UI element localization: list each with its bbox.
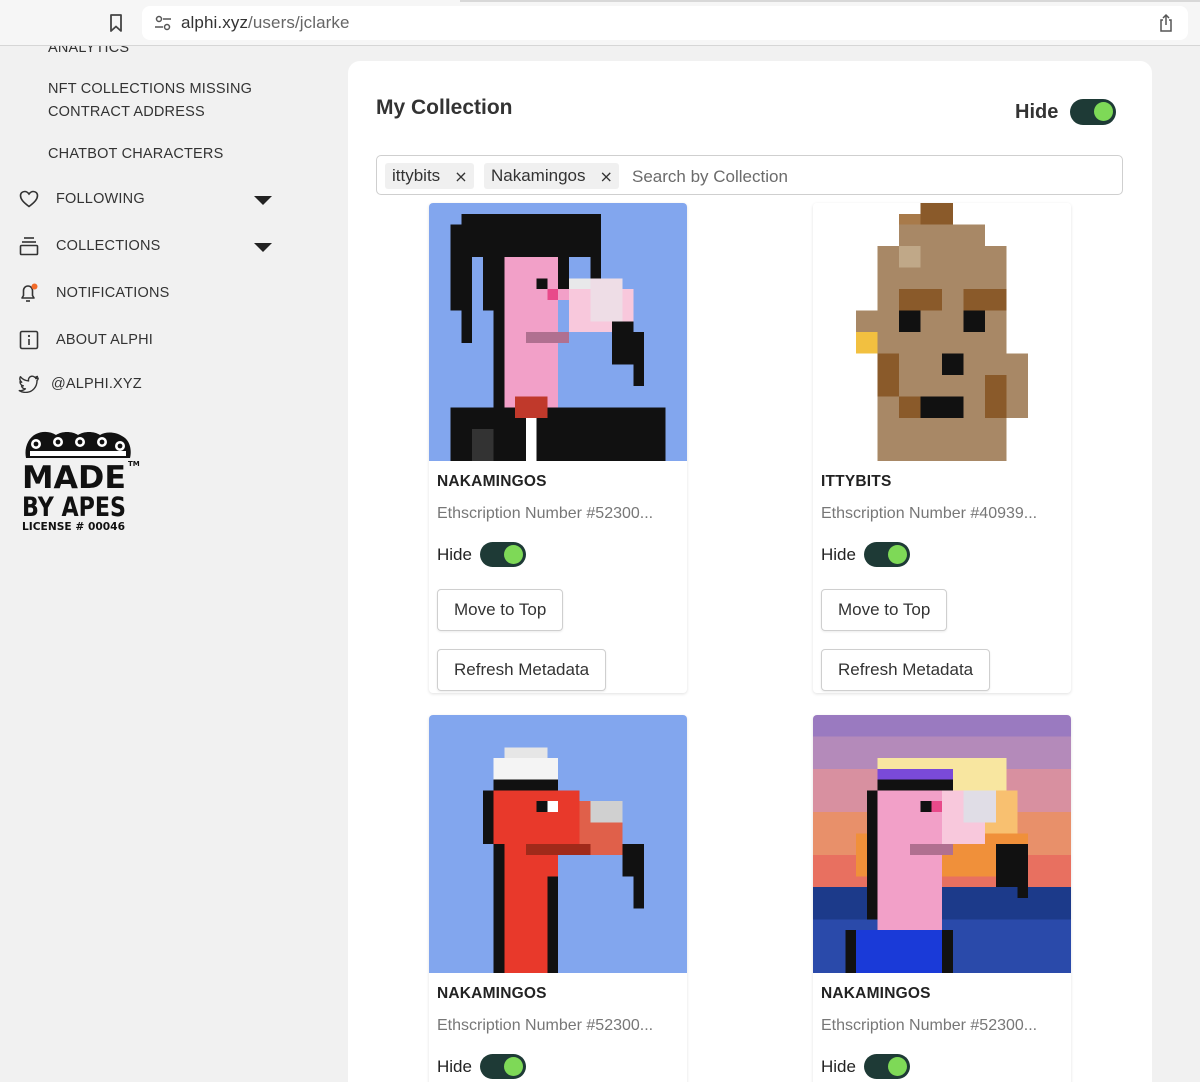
bookmark-icon[interactable] (108, 13, 124, 33)
url-path: /users/jclarke (248, 13, 350, 32)
nft-hide-row: Hide (437, 542, 526, 567)
toggle-knob (887, 545, 907, 564)
ape-heads-illustration (25, 431, 131, 458)
nft-hide-row: Hide (437, 1054, 526, 1079)
stack-icon (18, 235, 40, 257)
move-to-top-button[interactable]: Move to Top (437, 589, 564, 631)
refresh-metadata-button[interactable]: Refresh Metadata (821, 649, 991, 691)
tab-strip-line (460, 0, 1200, 2)
sidebar-item-collections[interactable]: COLLECTIONS (18, 233, 280, 259)
chevron-down-icon[interactable] (254, 243, 272, 252)
bell-icon (18, 282, 40, 304)
hide-collection-toggle-row: Hide (1015, 99, 1117, 125)
logo-text-by-apes: BY APES (22, 492, 126, 523)
logo-trademark: TM (128, 460, 140, 468)
collection-search-input[interactable]: ittybits × Nakamingos × Search by Collec… (376, 155, 1123, 195)
twitter-icon (18, 373, 40, 395)
hide-nft-toggle[interactable] (479, 1054, 526, 1079)
filter-chip-ittybits: ittybits × (385, 163, 474, 189)
url-host: alphi.xyz (181, 13, 249, 32)
sidebar-item-following[interactable]: FOLLOWING (18, 186, 280, 212)
sidebar-item-label: @ALPHI.XYZ (51, 376, 142, 392)
toggle-knob (887, 1057, 907, 1076)
site-settings-icon[interactable] (154, 15, 172, 31)
sidebar-item-label: ABOUT ALPHI (56, 332, 154, 348)
hide-label: Hide (821, 1056, 856, 1076)
close-icon[interactable]: × (600, 167, 613, 186)
nft-image-nakamingo[interactable] (429, 203, 687, 461)
nft-card: NAKAMINGOS Ethscription Number #52300...… (429, 715, 687, 1082)
address-bar[interactable]: alphi.xyz/users/jclarke (142, 6, 1188, 40)
nft-collection-name: NAKAMINGOS (437, 985, 547, 1002)
nft-ethscription-number: Ethscription Number #52300... (437, 1017, 654, 1034)
heart-icon (18, 188, 40, 210)
nft-card: NAKAMINGOS Ethscription Number #52300...… (813, 715, 1071, 1082)
sidebar-item-analytics[interactable]: ANALYTICS (48, 46, 129, 60)
toggle-knob (503, 1057, 523, 1076)
nft-hide-row: Hide (821, 542, 910, 567)
info-icon (18, 329, 40, 351)
nft-collection-name: ITTYBITS (821, 473, 892, 490)
nft-collection-name: NAKAMINGOS (821, 985, 931, 1002)
nft-image-nakamingo-sunset[interactable] (813, 715, 1071, 973)
logo-license: LICENSE # 00046 (22, 520, 125, 533)
nft-card: ITTYBITS Ethscription Number #40939... H… (813, 203, 1071, 693)
close-icon[interactable]: × (454, 167, 467, 186)
nft-image-ittybit[interactable] (813, 203, 1071, 461)
sidebar-item-chatbot-characters[interactable]: CHATBOT CHARACTERS (48, 143, 223, 166)
browser-toolbar: alphi.xyz/users/jclarke (0, 0, 1200, 46)
sidebar-item-label: COLLECTIONS (56, 238, 161, 254)
hide-label: Hide (437, 1056, 472, 1076)
sidebar-item-about[interactable]: ABOUT ALPHI (18, 327, 280, 353)
sidebar-item-label: FOLLOWING (56, 191, 145, 207)
nft-ethscription-number: Ethscription Number #52300... (437, 505, 654, 522)
chip-label: ittybits (392, 166, 441, 185)
hide-label: Hide (437, 544, 472, 564)
sidebar-item-nft-collections-missing-contract[interactable]: NFT COLLECTIONS MISSING CONTRACT ADDRESS (48, 78, 252, 124)
nft-ethscription-number: Ethscription Number #40939... (821, 505, 1038, 522)
hide-nft-toggle[interactable] (863, 542, 910, 567)
filter-chip-nakamingos: Nakamingos × (484, 163, 619, 189)
sidebar-item-label: NOTIFICATIONS (56, 285, 170, 301)
nft-image-nakamingo-red[interactable] (429, 715, 687, 973)
nft-card: NAKAMINGOS Ethscription Number #52300...… (429, 203, 687, 693)
made-by-apes-logo: MADE TM BY APES LICENSE # 00046 (22, 431, 140, 533)
url-text: alphi.xyz/users/jclarke (181, 13, 350, 33)
sidebar: ANALYTICS NFT COLLECTIONS MISSING CONTRA… (0, 46, 300, 1082)
search-placeholder: Search by Collection (632, 167, 788, 186)
refresh-metadata-button[interactable]: Refresh Metadata (437, 649, 607, 691)
sidebar-item-twitter[interactable]: @ALPHI.XYZ (18, 371, 280, 397)
hide-label: Hide (1015, 100, 1059, 123)
toggle-knob (503, 545, 523, 564)
collection-panel: My Collection Hide ittybits × Nakamingos… (348, 61, 1152, 1082)
logo-text-made: MADE (22, 460, 126, 496)
hide-collection-toggle[interactable] (1070, 99, 1117, 125)
sidebar-item-label: CONTRACT ADDRESS (48, 104, 205, 120)
chevron-down-icon[interactable] (254, 196, 272, 205)
hide-label: Hide (821, 544, 856, 564)
hide-nft-toggle[interactable] (863, 1054, 910, 1079)
sidebar-item-notifications[interactable]: NOTIFICATIONS (18, 280, 280, 306)
chip-label: Nakamingos (491, 166, 586, 185)
sidebar-item-label: NFT COLLECTIONS MISSING (48, 81, 253, 97)
nft-ethscription-number: Ethscription Number #52300... (821, 1017, 1038, 1034)
share-icon[interactable] (1158, 13, 1174, 33)
move-to-top-button[interactable]: Move to Top (821, 589, 948, 631)
toggle-knob (1094, 102, 1114, 121)
nft-collection-name: NAKAMINGOS (437, 473, 547, 490)
nft-hide-row: Hide (821, 1054, 910, 1079)
page-title: My Collection (376, 96, 513, 119)
hide-nft-toggle[interactable] (479, 542, 526, 567)
